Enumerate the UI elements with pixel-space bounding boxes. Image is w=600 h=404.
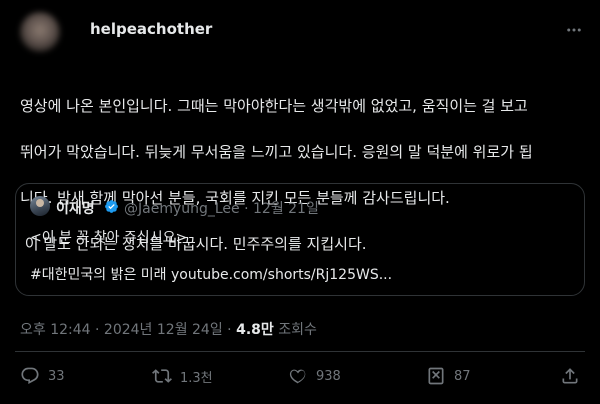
like-icon xyxy=(289,369,306,384)
quoted-text-line: #대한민국의 밝은 미래 youtube.com/shorts/Rj125WS.… xyxy=(30,267,393,283)
more-options-button[interactable] xyxy=(564,20,584,40)
bookmark-button[interactable]: 87 xyxy=(426,366,471,386)
post-header: helpeachother xyxy=(20,12,588,56)
share-icon xyxy=(562,368,578,384)
repost-icon xyxy=(152,369,172,383)
quoted-avatar xyxy=(30,196,50,216)
repost-button[interactable]: 1.3천 xyxy=(152,366,213,386)
like-count: 938 xyxy=(316,368,341,384)
views-action-count: 87 xyxy=(454,368,471,384)
quoted-author-name: 이재명 xyxy=(56,201,95,217)
reply-count: 33 xyxy=(48,368,65,384)
reply-button[interactable]: 33 xyxy=(20,366,65,386)
views-icon xyxy=(428,367,444,385)
author-handle[interactable]: helpeachother xyxy=(90,20,212,38)
like-button[interactable]: 938 xyxy=(288,366,341,386)
action-bar: 33 1.3천 938 87 xyxy=(20,366,590,390)
avatar[interactable] xyxy=(20,12,60,52)
quoted-meta: @Jaemyung_Lee · 12월 21일 xyxy=(124,201,319,217)
post-meta: 오후 12:44 · 2024년 12월 24일 · 4.8만 조회수 xyxy=(20,319,317,339)
share-button[interactable] xyxy=(560,366,580,386)
reply-icon xyxy=(21,367,39,384)
views-count: 4.8만 xyxy=(236,322,274,338)
post-time[interactable]: 오후 12:44 xyxy=(20,322,91,338)
verified-badge-icon xyxy=(105,200,118,213)
meta-separator: · xyxy=(90,322,104,338)
divider xyxy=(15,351,585,352)
meta-separator: · xyxy=(222,322,237,338)
post-text-line: 뛰어가 막았습니다. 뒤늦게 무서움을 느끼고 있습니다. 응원의 말 덕분에 … xyxy=(20,143,533,161)
post-date[interactable]: 2024년 12월 24일 xyxy=(104,322,223,338)
views-label: 조회수 xyxy=(278,322,317,338)
quoted-post[interactable]: 이재명 @Jaemyung_Lee · 12월 21일 <이 분 꼭 찾아 주십… xyxy=(15,183,585,296)
post-text-line: 영상에 나온 본인입니다. 그때는 막아야한다는 생각밖에 없었고, 움직이는 … xyxy=(20,97,528,115)
repost-count: 1.3천 xyxy=(180,370,213,386)
more-icon xyxy=(567,28,581,32)
quoted-text-line: <이 분 꼭 찾아 주십시요> xyxy=(30,230,188,246)
